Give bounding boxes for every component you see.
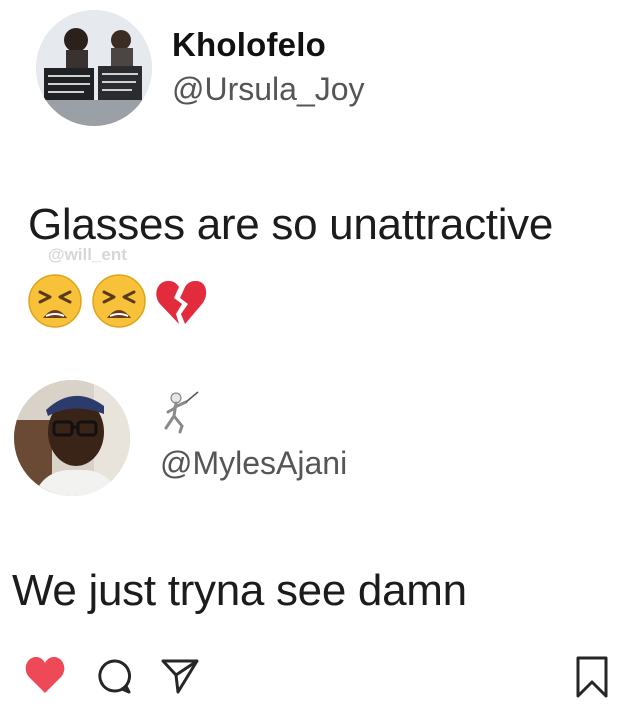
tweet-text: We just tryna see damn xyxy=(12,566,467,615)
person-fencing-icon xyxy=(164,391,199,434)
tweet-text: Glasses are so unattractive xyxy=(28,200,554,249)
display-name[interactable]: Kholofelo xyxy=(172,26,326,64)
weary-face-icon xyxy=(92,274,146,328)
broken-heart-icon xyxy=(156,280,207,324)
profile-photo xyxy=(36,10,152,126)
bookmark-icon[interactable] xyxy=(574,655,610,699)
weary-face-icon xyxy=(28,274,82,328)
share-icon[interactable] xyxy=(160,657,200,695)
comment-icon[interactable] xyxy=(95,657,133,695)
user-handle[interactable]: @MylesAjani xyxy=(160,445,347,482)
watermark: @will_ent xyxy=(48,245,127,264)
heart-icon[interactable] xyxy=(24,655,66,695)
avatar[interactable] xyxy=(14,380,130,496)
profile-photo xyxy=(14,380,130,496)
avatar[interactable] xyxy=(36,10,152,126)
user-handle[interactable]: @Ursula_Joy xyxy=(172,71,365,108)
